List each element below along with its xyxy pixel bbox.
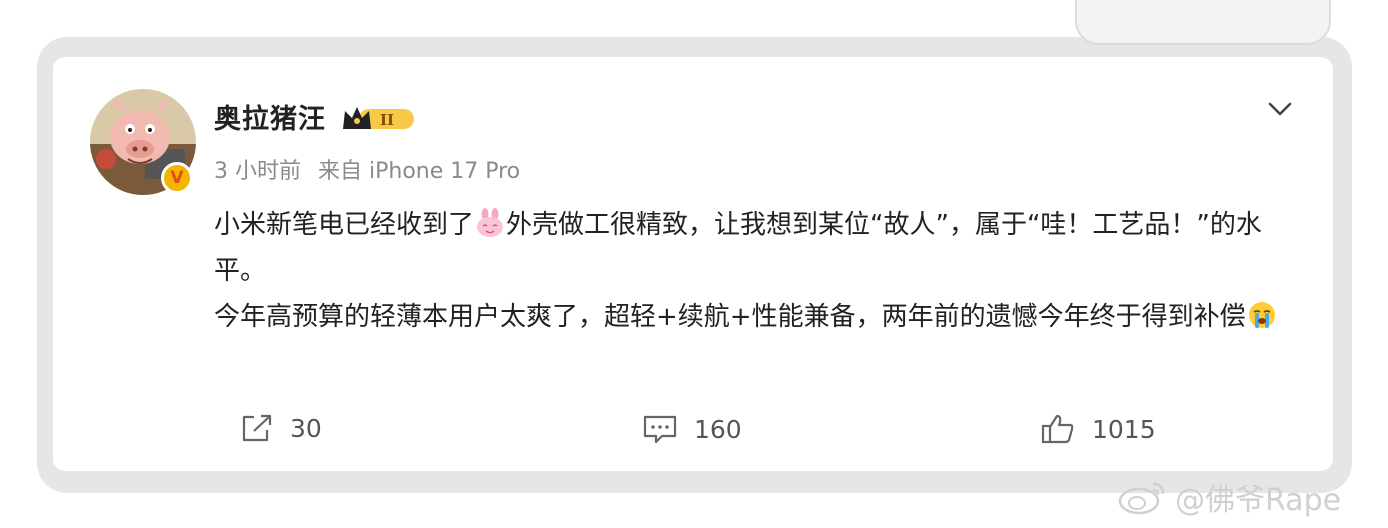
repost-count: 30 [290,413,322,443]
comment-count: 160 [694,414,742,444]
comment-icon [643,415,677,444]
post-paragraph-1: 小米新笔电已经收到了 外壳做工很精致，让我想到某位“故人”，属于“哇！工艺品！”… [214,208,1262,286]
like-count: 1015 [1092,414,1156,444]
like-button[interactable]: 1015 [1040,413,1156,445]
repost-icon [242,414,272,442]
post-paragraph-2: 今年高预算的轻薄本用户太爽了，超轻+续航+性能兼备，两年前的遗憾今年终于得到补偿 [214,294,1294,340]
crying-face-emoji-icon [1248,302,1275,328]
verified-badge: V [161,162,193,194]
pink-bunny-emoji-icon [477,208,504,237]
top-pill-edge [1075,0,1331,45]
username[interactable]: 奥拉猪汪 [214,97,326,136]
post-source: 来自 iPhone 17 Pro [318,159,521,184]
watermark-text: @佛爷Rape [1175,483,1342,518]
post-content: 小米新笔电已经收到了 外壳做工很精致，让我想到某位“故人”，属于“哇！工艺品！”… [214,202,1294,340]
chevron-down-icon[interactable] [1265,97,1295,121]
member-rank-badge-icon: II [343,107,414,129]
post-meta: 3 小时前 来自 iPhone 17 Pro [214,153,530,185]
thumbs-up-icon [1041,414,1074,444]
weibo-logo-icon [1118,482,1165,515]
repost-button[interactable]: 30 [240,413,322,443]
post-time[interactable]: 3 小时前 [214,159,301,184]
svg-text:II: II [380,111,394,129]
comment-button[interactable]: 160 [642,413,742,445]
weibo-watermark: @佛爷Rape [1117,477,1342,518]
weibo-post-card: V 奥拉猪汪 II 3 小时前 来自 iPhone 17 Pro 小米新笔电已经… [53,57,1333,471]
